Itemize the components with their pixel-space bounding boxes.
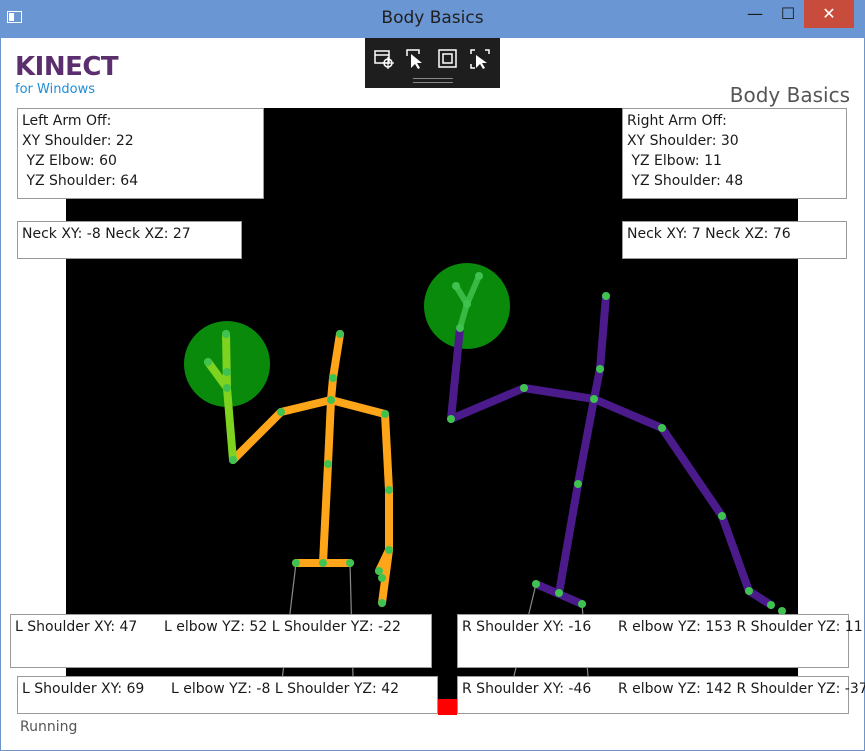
- minimize-button[interactable]: —: [738, 0, 772, 28]
- title-bar[interactable]: Body Basics — ☐ ✕: [0, 0, 865, 38]
- neck-left-panel: Neck XY: -8 Neck XZ: 27: [17, 221, 242, 259]
- right-arm-yz-elbow: YZ Elbow: 11: [627, 153, 722, 169]
- logo-sub-text: for Windows: [15, 82, 96, 97]
- left-arm-xy-shoulder: XY Shoulder: 22: [22, 133, 134, 149]
- left-arm-title: Left Arm Off:: [22, 113, 112, 129]
- track-focus-icon[interactable]: [469, 48, 491, 70]
- app-title: Body Basics: [729, 83, 850, 107]
- bottom-left-panel-1: L Shoulder XY: 47 L elbow YZ: 52 L Shoul…: [10, 614, 432, 668]
- bottom-right-panel-1: R Shoulder XY: -16 R elbow YZ: 153 R Sho…: [457, 614, 863, 668]
- display-layout-icon[interactable]: [437, 48, 459, 70]
- left-arm-yz-elbow: YZ Elbow: 60: [22, 153, 117, 169]
- neck-right-panel: Neck XY: 7 Neck XZ: 76: [622, 221, 847, 259]
- bottom-left-panel-2: L Shoulder XY: 69 L elbow YZ: -8 L Shoul…: [17, 676, 438, 714]
- toolbar-grip[interactable]: [413, 78, 453, 83]
- maximize-button[interactable]: ☐: [771, 0, 805, 28]
- left-arm-panel: Left Arm Off: XY Shoulder: 22 YZ Elbow: 6…: [17, 108, 264, 199]
- status-text: Running: [20, 719, 78, 735]
- right-arm-xy-shoulder: XY Shoulder: 30: [627, 133, 739, 149]
- debug-toolbar: [365, 38, 500, 88]
- pointer-select-icon[interactable]: [405, 48, 427, 70]
- floor-indicator: [438, 699, 457, 715]
- left-arm-yz-shoulder: YZ Shoulder: 64: [22, 173, 139, 189]
- window-title: Body Basics: [381, 8, 484, 28]
- bottom-right-panel-2: R Shoulder XY: -46 R elbow YZ: 142 R Sho…: [457, 676, 865, 714]
- logo-main-text: KINECT: [15, 52, 119, 82]
- right-arm-yz-shoulder: YZ Shoulder: 48: [627, 173, 744, 189]
- right-arm-title: Right Arm Off:: [627, 113, 727, 129]
- select-element-icon[interactable]: [373, 48, 395, 70]
- kinect-logo: KINECT for Windows: [15, 52, 119, 97]
- right-arm-panel: Right Arm Off: XY Shoulder: 30 YZ Elbow: …: [622, 108, 847, 199]
- close-button[interactable]: ✕: [804, 0, 854, 28]
